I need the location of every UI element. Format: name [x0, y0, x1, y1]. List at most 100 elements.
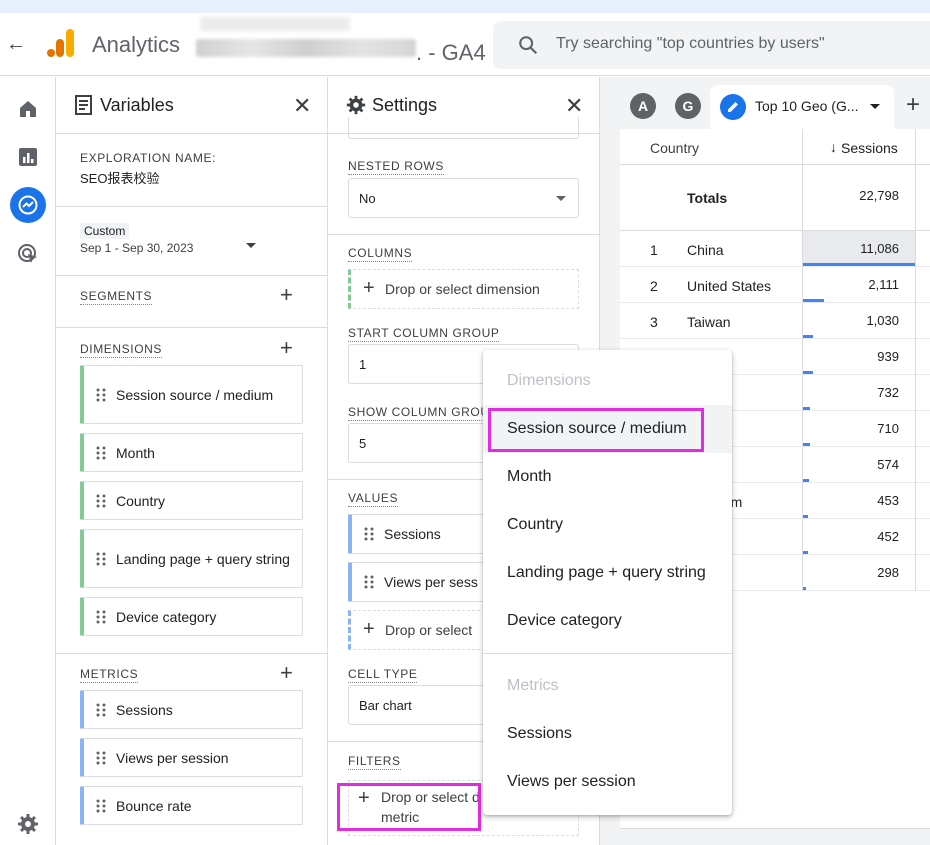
drag-handle-icon[interactable]: [364, 527, 374, 541]
menu-item-views-per-session[interactable]: Views per session: [483, 758, 732, 806]
plus-icon: +: [363, 618, 375, 640]
menu-item-month[interactable]: Month: [483, 453, 732, 501]
table-row[interactable]: 3 Taiwan 1,030: [620, 303, 930, 339]
pencil-icon: [720, 94, 746, 120]
divider: [56, 133, 327, 134]
row-sessions: 298: [877, 565, 899, 580]
add-segment-icon[interactable]: +: [280, 282, 293, 308]
variables-panel: Variables ✕ EXPLORATION NAME: SEO报表校验 Cu…: [56, 77, 328, 845]
row-sessions: 939: [877, 349, 899, 364]
table-row[interactable]: 2 United States 2,111: [620, 267, 930, 303]
menu-item-label: Country: [507, 516, 564, 533]
reports-icon[interactable]: [16, 145, 40, 169]
exploration-name[interactable]: SEO报表校验: [80, 168, 159, 187]
settings-title: Settings: [372, 95, 438, 115]
close-settings-icon[interactable]: ✕: [565, 93, 583, 119]
table-row[interactable]: 1 China 11,086: [620, 231, 930, 267]
dimension-chip[interactable]: Device category: [80, 597, 303, 636]
divider: [56, 206, 327, 207]
row-rank: 2: [650, 278, 658, 294]
sort-arrow-icon[interactable]: ↓: [830, 139, 837, 155]
dimension-chip[interactable]: Session source / medium: [80, 365, 303, 424]
explore-icon: [18, 195, 38, 215]
dimension-label: Landing page + query string: [116, 550, 290, 567]
explore-nav-active[interactable]: [10, 187, 46, 223]
add-metric-icon[interactable]: +: [280, 660, 293, 686]
search-input[interactable]: Try searching "top countries by users": [556, 35, 825, 53]
nested-rows-value: No: [359, 191, 376, 206]
chevron-down-icon: [556, 196, 566, 201]
avatar-a[interactable]: A: [630, 93, 656, 119]
menu-item-label: Landing page + query string: [507, 564, 706, 581]
cell-type-label: CELL TYPE: [348, 667, 418, 683]
drag-handle-icon[interactable]: [96, 703, 106, 717]
add-dimension-icon[interactable]: +: [280, 335, 293, 361]
drag-handle-icon[interactable]: [96, 494, 106, 508]
menu-item-sessions[interactable]: Sessions: [483, 710, 732, 758]
row-sessions: 11,086: [860, 241, 899, 256]
row-sessions: 452: [877, 529, 899, 544]
nested-rows-label: NESTED ROWS: [348, 159, 444, 175]
row-sessions: 2,111: [868, 277, 899, 292]
drag-handle-icon[interactable]: [96, 610, 106, 624]
menu-item-country[interactable]: Country: [483, 501, 732, 549]
metric-chip[interactable]: Sessions: [80, 690, 303, 729]
menu-item-label: Views per session: [507, 773, 636, 790]
redacted-account: [200, 17, 350, 31]
row-sessions: 732: [877, 385, 899, 400]
column-header-country[interactable]: Country: [650, 140, 699, 156]
cell-type-value: Bar chart: [359, 698, 412, 713]
app-header: ← Analytics . - GA4 Try searching "top c…: [0, 13, 930, 76]
variables-title: Variables: [100, 95, 174, 115]
divider: [56, 275, 327, 276]
column-header-sessions[interactable]: Sessions: [841, 140, 898, 156]
column-divider: [915, 519, 916, 555]
date-dropdown-icon[interactable]: [246, 243, 256, 248]
date-range[interactable]: Sep 1 - Sep 30, 2023: [80, 241, 193, 255]
close-variables-icon[interactable]: ✕: [293, 93, 311, 119]
drag-handle-icon[interactable]: [96, 751, 106, 765]
menu-item-label: Month: [507, 468, 552, 485]
back-arrow-icon[interactable]: ←: [6, 33, 26, 56]
dimension-chip[interactable]: Landing page + query string: [80, 529, 303, 588]
column-divider: [915, 267, 916, 303]
dimension-label: Country: [116, 492, 166, 509]
values-drop-text: Drop or select: [385, 622, 473, 638]
drag-handle-icon[interactable]: [96, 388, 106, 402]
admin-gear-icon[interactable]: [16, 812, 40, 836]
column-divider: [915, 483, 916, 519]
menu-item-device-category[interactable]: Device category: [483, 597, 732, 645]
segments-label: SEGMENTS: [80, 289, 153, 305]
tab-label: Top 10 Geo (G...: [755, 98, 859, 114]
tab-top-10-geo[interactable]: Top 10 Geo (G...: [710, 85, 894, 129]
left-nav: [0, 77, 56, 845]
drag-handle-icon[interactable]: [96, 552, 106, 566]
add-tab-icon[interactable]: +: [906, 91, 920, 119]
menu-item-landing-page[interactable]: Landing page + query string: [483, 549, 732, 597]
drag-handle-icon[interactable]: [96, 799, 106, 813]
drag-handle-icon[interactable]: [364, 575, 374, 589]
drag-handle-icon[interactable]: [96, 446, 106, 460]
columns-drop-zone[interactable]: + Drop or select dimension: [348, 269, 579, 309]
column-divider: [915, 303, 916, 339]
nested-rows-select[interactable]: No: [348, 178, 579, 218]
menu-dimensions-header: Dimensions: [507, 372, 591, 389]
home-icon[interactable]: [16, 97, 40, 121]
search-bar[interactable]: Try searching "top countries by users": [493, 21, 930, 69]
avatar-g[interactable]: G: [675, 93, 701, 119]
dimension-chip[interactable]: Country: [80, 481, 303, 520]
menu-metrics-header: Metrics: [507, 677, 559, 694]
dimension-chip[interactable]: Month: [80, 433, 303, 472]
highlight-filters-drop: [337, 783, 481, 831]
menu-item-label: Sessions: [507, 725, 572, 742]
app-title: Analytics: [92, 32, 181, 57]
chevron-down-icon[interactable]: [870, 104, 880, 109]
metric-chip[interactable]: Bounce rate: [80, 786, 303, 825]
metric-label: Views per session: [116, 749, 229, 766]
top-strip: [0, 0, 930, 13]
analytics-logo-icon: [47, 29, 74, 57]
dimension-label: Session source / medium: [116, 386, 274, 403]
metric-label: Sessions: [116, 701, 173, 718]
advertising-icon[interactable]: [16, 242, 40, 266]
metric-chip[interactable]: Views per session: [80, 738, 303, 777]
